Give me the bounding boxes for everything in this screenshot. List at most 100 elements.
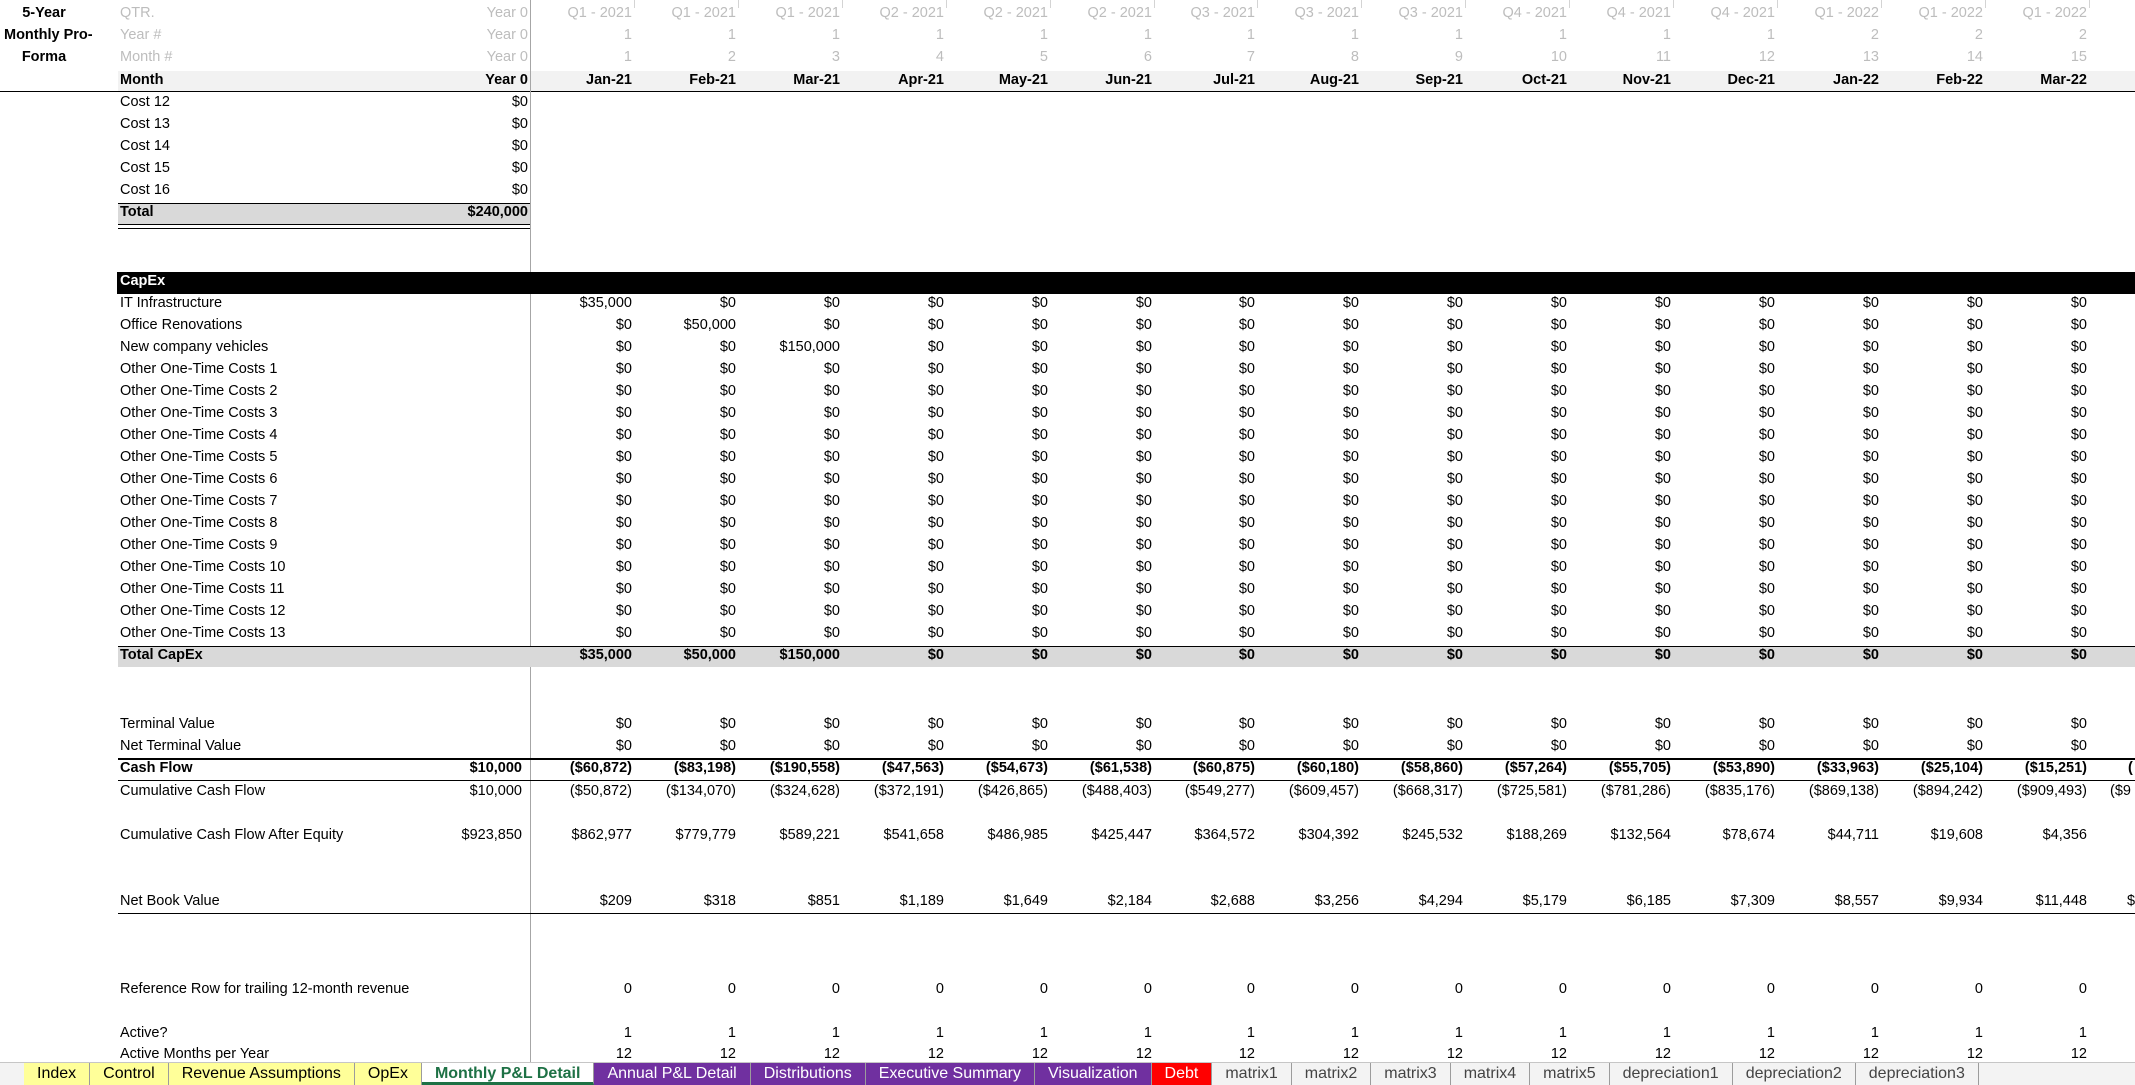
capex-cell: $0: [927, 361, 944, 377]
capex-cell: $0: [1654, 295, 1671, 311]
capex-cell: $0: [1862, 581, 1879, 597]
capex-cell: $0: [1446, 317, 1463, 333]
tab-matrix2[interactable]: matrix2: [1291, 1063, 1372, 1085]
tab-index[interactable]: Index: [24, 1063, 91, 1085]
tab-distributions[interactable]: Distributions: [750, 1063, 866, 1085]
capex-row-label: Other One-Time Costs 12: [120, 603, 286, 619]
capex-cell: $0: [1966, 383, 1983, 399]
capex-cell: $0: [1446, 581, 1463, 597]
capex-cell: $0: [1862, 449, 1879, 465]
capex-cell: $0: [1446, 405, 1463, 421]
spreadsheet-grid[interactable]: 5-Year Monthly Pro- Forma QTR. Year # Mo…: [0, 0, 2135, 1062]
terminal-cell: $0: [1966, 716, 1983, 732]
col-month-3: Mar-21: [793, 72, 840, 88]
tab-control[interactable]: Control: [90, 1063, 169, 1085]
capex-cell: $0: [615, 581, 632, 597]
cash-flow-cell: ($61,538): [1089, 760, 1152, 776]
col-month-13: Jan-22: [1833, 72, 1879, 88]
terminal-cell: $0: [1446, 738, 1463, 754]
tab-matrix3[interactable]: matrix3: [1371, 1063, 1451, 1085]
tab-revenue-assumptions[interactable]: Revenue Assumptions: [168, 1063, 355, 1085]
terminal-row-label: Net Terminal Value: [120, 738, 242, 754]
terminal-cell: $0: [1031, 716, 1048, 732]
year0-year-num: Year 0: [486, 27, 528, 43]
column-gridline: [634, 0, 635, 8]
col-month-12: Dec-21: [1727, 72, 1775, 88]
capex-row-label: New company vehicles: [120, 339, 269, 355]
capex-cell: $0: [1758, 625, 1775, 641]
cost-row-label: Cost 13: [120, 116, 170, 132]
capex-cell: $0: [1550, 625, 1567, 641]
capex-cell: $0: [615, 515, 632, 531]
capex-cell: $0: [1654, 405, 1671, 421]
capex-cell: $0: [1238, 559, 1255, 575]
tab-depreciation1[interactable]: depreciation1: [1609, 1063, 1733, 1085]
capex-cell: $0: [927, 317, 944, 333]
capex-row-label: Other One-Time Costs 10: [120, 559, 286, 575]
col-year-7: 1: [1246, 27, 1255, 43]
capex-cell: $0: [927, 405, 944, 421]
tab-monthly-p-l-detail[interactable]: Monthly P&L Detail: [421, 1063, 595, 1085]
cash-flow-cell: ($60,875): [1192, 760, 1255, 776]
capex-cell: $0: [1342, 493, 1359, 509]
terminal-cell: $0: [1342, 716, 1359, 732]
tab-matrix1[interactable]: matrix1: [1212, 1063, 1292, 1085]
capex-cell: $0: [1862, 515, 1879, 531]
capex-cell: $0: [719, 581, 736, 597]
tab-matrix4[interactable]: matrix4: [1450, 1063, 1531, 1085]
cum-after-equity-cell: $19,608: [1930, 827, 1983, 843]
cum-cash-flow-cell: ($324,628): [769, 783, 840, 799]
capex-cell: $150,000: [779, 339, 840, 355]
terminal-cell: $0: [1238, 716, 1255, 732]
capex-cell: $0: [1550, 383, 1567, 399]
tab-matrix5[interactable]: matrix5: [1530, 1063, 1610, 1085]
col-month-num-8: 8: [1350, 49, 1359, 65]
tab-depreciation3[interactable]: depreciation3: [1855, 1063, 1979, 1085]
capex-cell: $0: [615, 559, 632, 575]
capex-cell: $0: [1966, 427, 1983, 443]
capex-total-cell: $0: [1238, 647, 1255, 663]
tab-visualization[interactable]: Visualization: [1035, 1063, 1152, 1085]
capex-cell: $0: [719, 361, 736, 377]
capex-cell: $0: [1654, 361, 1671, 377]
col-month-num-5: 5: [1039, 49, 1048, 65]
cum-cash-flow-cell: ($134,070): [665, 783, 736, 799]
capex-cell: $0: [1758, 559, 1775, 575]
cost-row-year0: $0: [511, 182, 528, 198]
cum-cash-flow-cell: ($909,493): [2016, 783, 2087, 799]
capex-cell: $0: [2070, 449, 2087, 465]
sheet-title-line1: 5-Year: [22, 5, 66, 21]
tab-opex[interactable]: OpEx: [354, 1063, 422, 1085]
active-cell: 1: [1246, 1025, 1255, 1041]
col-month-num-9: 9: [1454, 49, 1463, 65]
net-book-value-cell: $2,688: [1210, 893, 1255, 909]
tab-annual-p-l-detail[interactable]: Annual P&L Detail: [594, 1063, 751, 1085]
capex-total-cell: $0: [2070, 647, 2087, 663]
capex-cell: $0: [1446, 383, 1463, 399]
cash-flow-label: Cash Flow: [120, 760, 193, 776]
active-cell: 1: [1039, 1025, 1048, 1041]
header-bottom-border: [0, 91, 2135, 92]
terminal-cell: $0: [1031, 738, 1048, 754]
tab-depreciation2[interactable]: depreciation2: [1732, 1063, 1856, 1085]
cost-row-label: Cost 12: [120, 94, 170, 110]
capex-cell: $0: [823, 559, 840, 575]
capex-cell: $0: [1654, 515, 1671, 531]
capex-cell: $0: [615, 493, 632, 509]
capex-cell: $0: [1966, 471, 1983, 487]
year0-month-num: Year 0: [486, 49, 528, 65]
tab-executive-summary[interactable]: Executive Summary: [865, 1063, 1035, 1085]
capex-cell: $0: [2070, 537, 2087, 553]
capex-cell: $0: [1862, 603, 1879, 619]
capex-cell: $0: [1238, 361, 1255, 377]
tab-scroll-area[interactable]: [0, 1063, 24, 1085]
capex-cell: $0: [1862, 493, 1879, 509]
capex-cell: $0: [1550, 317, 1567, 333]
cash-flow-cell: ($15,251): [2024, 760, 2087, 776]
capex-cell: $0: [1342, 603, 1359, 619]
net-book-value-cell: $6,185: [1626, 893, 1671, 909]
capex-cell: $0: [719, 383, 736, 399]
col-month-11: Nov-21: [1622, 72, 1671, 88]
capex-cell: $0: [1031, 405, 1048, 421]
tab-debt[interactable]: Debt: [1151, 1063, 1213, 1085]
